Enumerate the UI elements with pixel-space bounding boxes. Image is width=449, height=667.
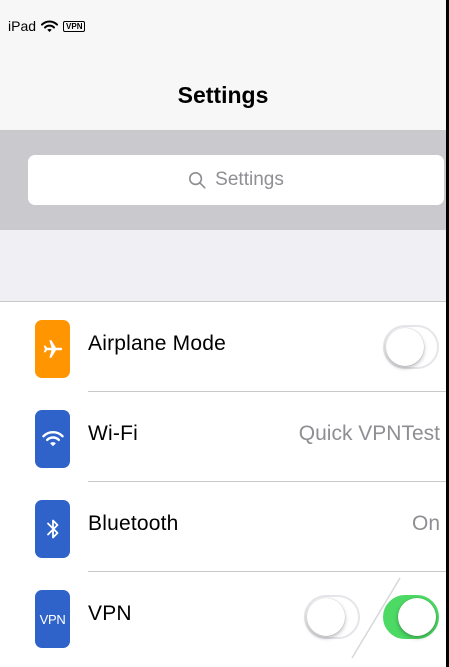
vpn-label: VPN	[88, 602, 132, 625]
toggle-knob	[398, 598, 436, 636]
search-placeholder: Settings	[215, 169, 284, 190]
search-input[interactable]: Settings	[28, 155, 444, 205]
status-bar: iPad VPN	[0, 0, 446, 40]
toggle-knob	[307, 598, 345, 636]
status-left: iPad VPN	[8, 18, 86, 34]
wifi-network-name: Quick VPNTest	[298, 422, 440, 445]
vpn-row[interactable]: VPN VPN	[0, 572, 446, 662]
settings-list: Airplane Mode Wi-Fi Quick VPNTest Blueto…	[0, 302, 446, 662]
airplane-mode-row[interactable]: Airplane Mode	[0, 302, 446, 392]
vpn-status-badge: VPN	[63, 20, 86, 32]
airplane-mode-toggle[interactable]	[383, 325, 439, 369]
vpn-icon: VPN	[35, 590, 70, 648]
page-title: Settings	[177, 82, 269, 108]
vpn-toggle-on-state[interactable]	[383, 595, 439, 639]
bluetooth-status: On	[411, 512, 440, 535]
navigation-bar: Settings	[0, 40, 446, 131]
device-name: iPad	[8, 18, 37, 34]
airplane-mode-label: Airplane Mode	[88, 332, 227, 355]
wifi-label: Wi-Fi	[88, 422, 138, 445]
search-icon	[188, 171, 207, 190]
airplane-icon	[35, 320, 70, 378]
section-spacer	[0, 230, 446, 302]
wifi-icon	[41, 20, 59, 33]
bluetooth-icon	[35, 500, 70, 558]
bluetooth-row[interactable]: Bluetooth On	[0, 482, 446, 572]
toggle-knob	[386, 328, 424, 366]
wifi-icon	[35, 410, 70, 468]
settings-screen: iPad VPN Settings Settings Airplane Mode…	[0, 0, 449, 667]
vpn-icon-text: VPN	[39, 611, 66, 627]
bluetooth-label: Bluetooth	[88, 512, 179, 535]
wifi-row[interactable]: Wi-Fi Quick VPNTest	[0, 392, 446, 482]
search-area: Settings	[0, 131, 446, 230]
